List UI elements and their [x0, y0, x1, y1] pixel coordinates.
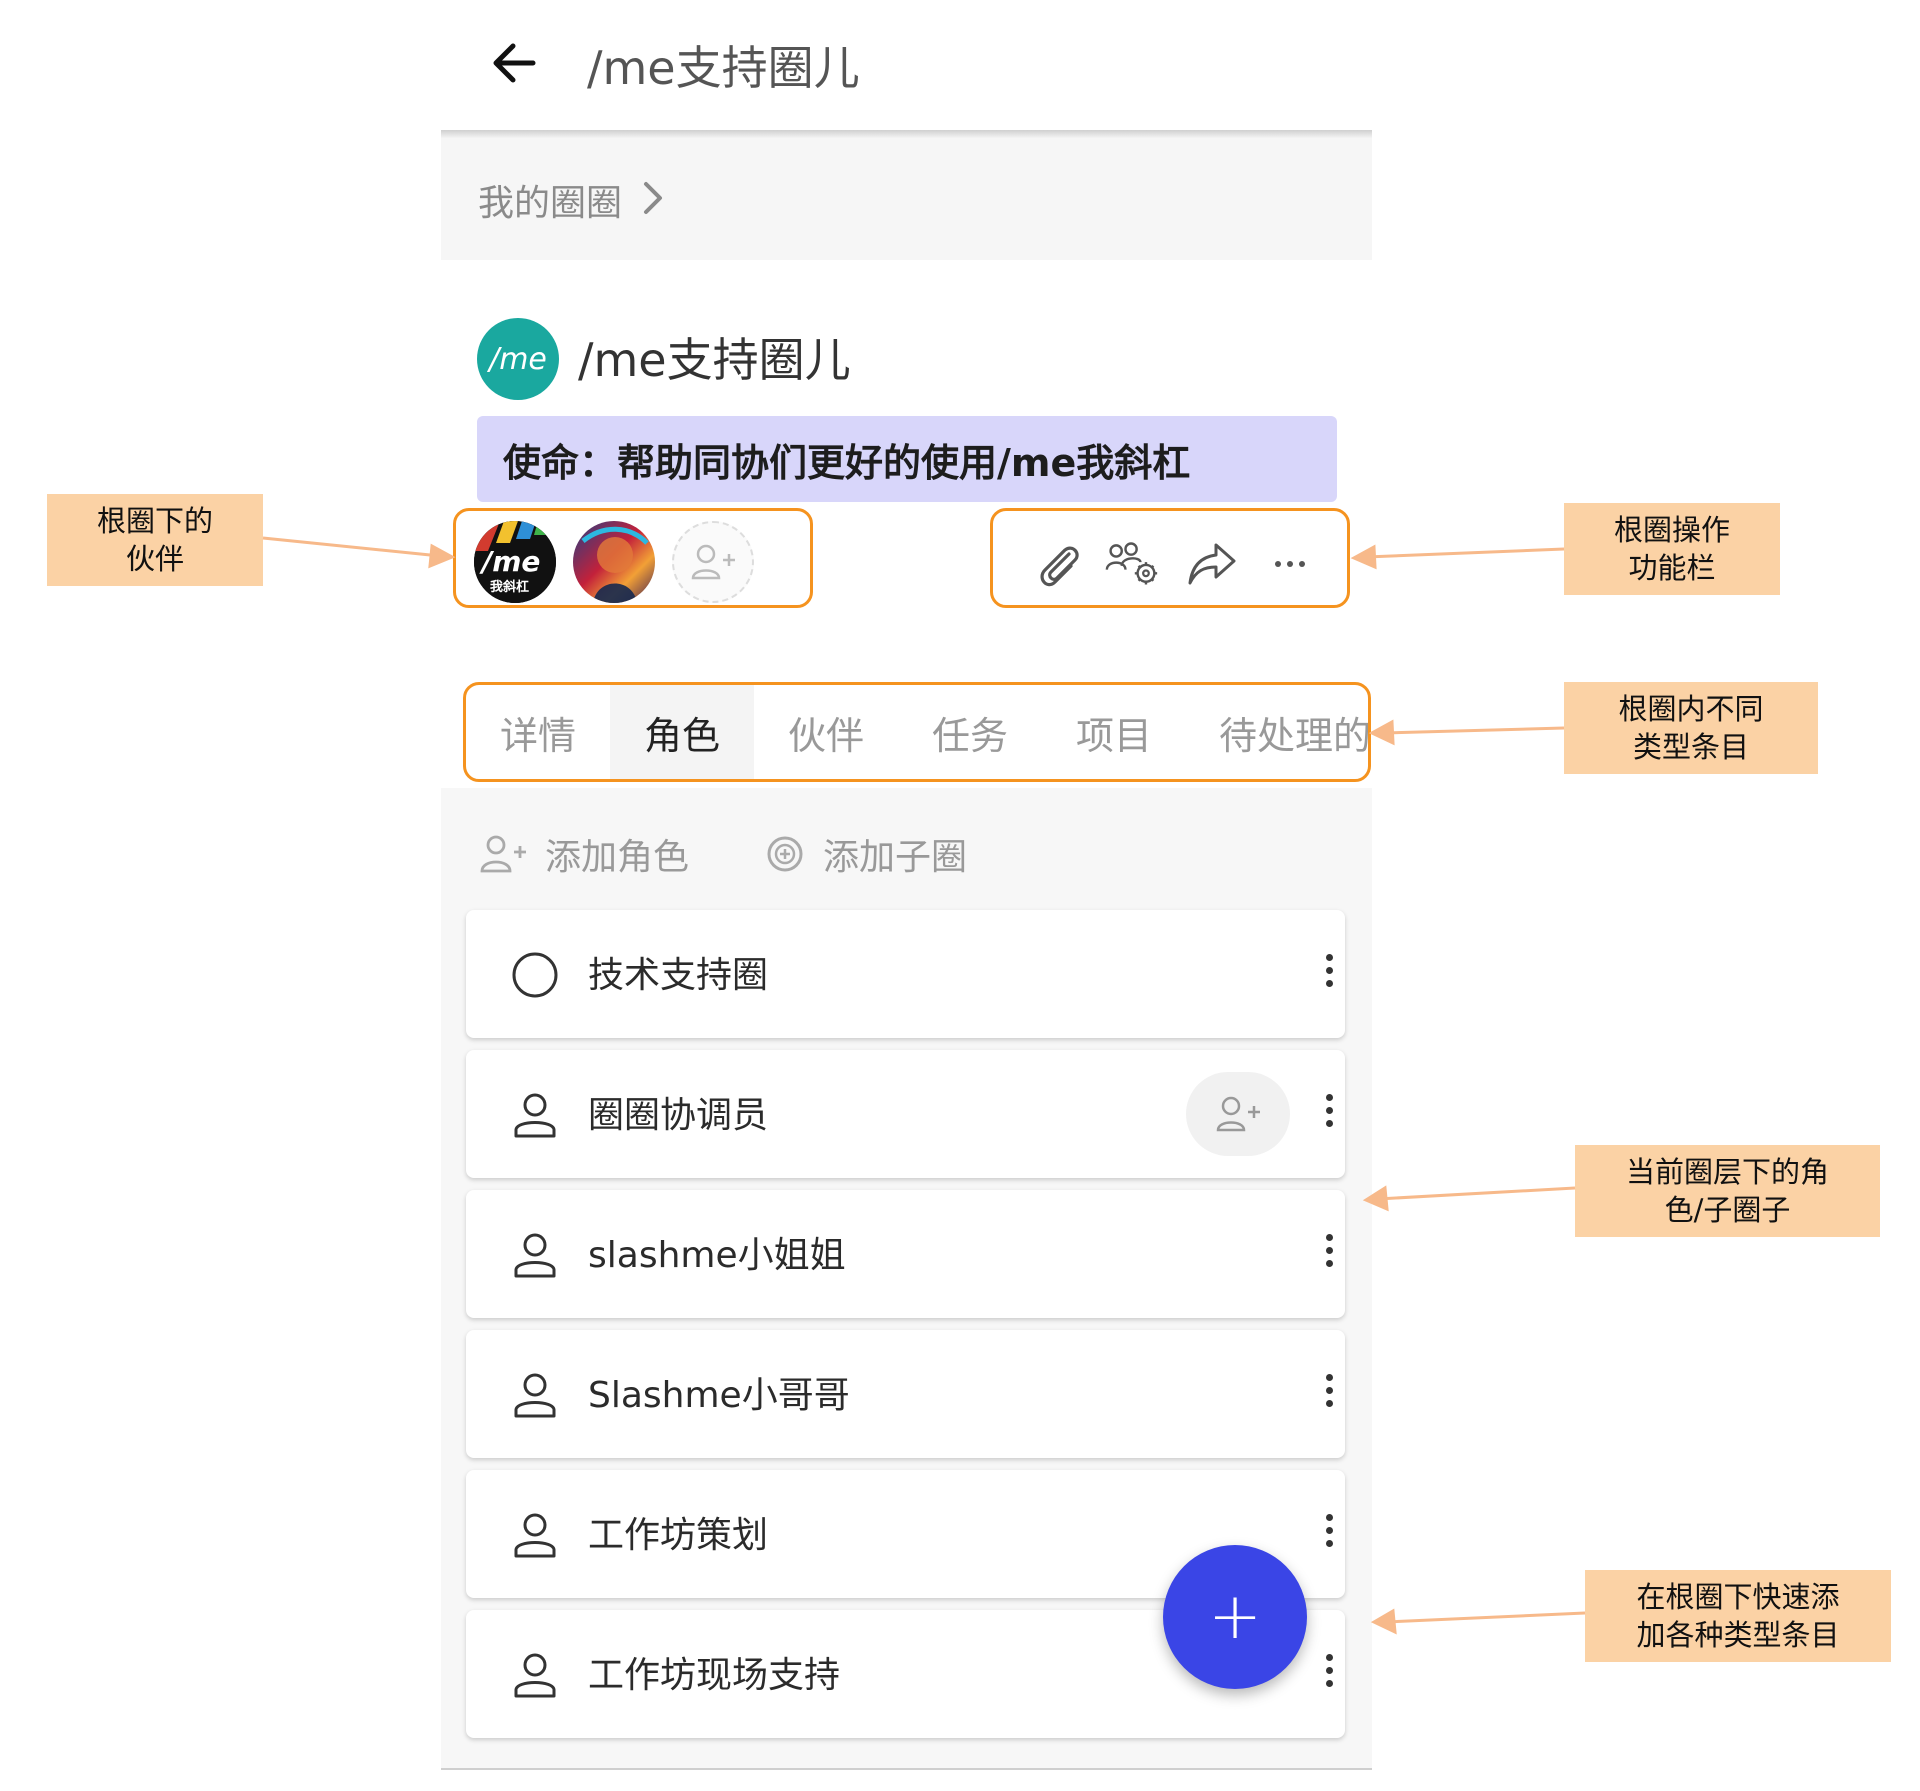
top-app-bar: /me支持圈儿 [441, 0, 1372, 133]
tab-partners[interactable]: 伙伴 [754, 685, 898, 779]
more-icon[interactable] [1263, 537, 1317, 591]
add-role-button[interactable]: 添加角色 [479, 828, 689, 880]
tab-tasks[interactable]: 任务 [898, 685, 1042, 779]
item-label: 工作坊策划 [588, 1515, 769, 1556]
annotation-line: 根圈操作 [1613, 513, 1730, 547]
person-icon [514, 1653, 556, 1698]
annotation-line: 根圈下的 [96, 504, 213, 538]
breadcrumb[interactable]: 我的圈圈 [441, 138, 1372, 260]
list-item[interactable]: slashme小姐姐 [466, 1190, 1345, 1318]
person-icon [514, 1233, 556, 1278]
add-person-icon [480, 835, 526, 873]
page-title: /me支持圈儿 [587, 41, 860, 95]
annotation-line: 根圈内不同 [1618, 692, 1764, 726]
item-label: 工作坊现场支持 [588, 1655, 841, 1696]
annotation-fab: 在根圈下快速添 加各种类型条目 [1585, 1570, 1891, 1662]
item-label: 圈圈协调员 [588, 1095, 769, 1136]
annotation-line: 伙伴 [125, 542, 184, 576]
item-label: Slashme小哥哥 [588, 1375, 850, 1416]
tab-projects[interactable]: 项目 [1042, 685, 1186, 779]
more-vert-icon[interactable] [1324, 1094, 1334, 1134]
circle-action-bar [990, 508, 1350, 608]
person-icon [514, 1093, 556, 1138]
annotation-line: 类型条目 [1632, 730, 1749, 764]
more-vert-icon[interactable] [1324, 1654, 1334, 1694]
group-settings-icon[interactable] [1105, 537, 1159, 591]
list-item[interactable]: 技术支持圈 [466, 910, 1345, 1038]
annotation-actions: 根圈操作 功能栏 [1564, 503, 1780, 595]
annotation-line: 加各种类型条目 [1636, 1618, 1840, 1652]
partner-logo-text: /me [479, 545, 540, 578]
topbar-shadow [441, 130, 1372, 138]
person-icon [514, 1513, 556, 1558]
portrait-art-icon [581, 526, 649, 603]
circle-icon [512, 952, 558, 998]
add-fab-button[interactable]: + [1163, 1545, 1307, 1689]
mission-banner: 使命：帮助同协们更好的使用/me我斜杠 [477, 416, 1337, 502]
more-vert-icon[interactable] [1324, 1374, 1334, 1414]
person-icon [514, 1373, 556, 1418]
add-member-button[interactable] [1186, 1072, 1290, 1156]
partner-avatars: /me 我斜杠 [453, 508, 813, 608]
item-label: slashme小姐姐 [588, 1235, 846, 1276]
add-circle-icon [767, 836, 803, 872]
partner-avatar[interactable]: /me 我斜杠 [474, 521, 556, 603]
annotation-partners: 根圈下的 伙伴 [47, 494, 263, 586]
annotation-line: 色/子圈子 [1664, 1193, 1791, 1227]
back-arrow-icon[interactable] [487, 35, 543, 91]
tab-pending[interactable]: 待处理的 [1200, 685, 1368, 779]
annotation-tabs: 根圈内不同 类型条目 [1564, 682, 1818, 774]
tab-bar: 详情 角色 伙伴 任务 项目 待处理的 [463, 682, 1371, 782]
circle-name: /me支持圈儿 [578, 333, 851, 387]
more-vert-icon[interactable] [1324, 1514, 1334, 1554]
add-subcircle-button[interactable]: 添加子圈 [765, 828, 967, 880]
app-screen: /me支持圈儿 我的圈圈 /me /me支持圈儿 使命：帮助同协们更好的使用/m… [441, 0, 1372, 1770]
more-vert-icon[interactable] [1324, 1234, 1334, 1274]
add-person-icon [691, 544, 735, 580]
list-item[interactable]: Slashme小哥哥 [466, 1330, 1345, 1458]
annotation-line: 在根圈下快速添 [1636, 1580, 1840, 1614]
annotation-line: 功能栏 [1628, 551, 1716, 585]
chevron-right-icon [644, 182, 662, 214]
breadcrumb-label[interactable]: 我的圈圈 [478, 174, 622, 226]
list-item[interactable]: 圈圈协调员 [466, 1050, 1345, 1178]
tab-roles[interactable]: 角色 [610, 685, 754, 779]
add-partner-button[interactable] [672, 521, 754, 603]
annotation-line: 当前圈层下的角 [1625, 1155, 1829, 1189]
list-bottom-divider [441, 1768, 1372, 1770]
paperclip-icon[interactable] [1031, 537, 1085, 591]
add-role-label: 添加角色 [545, 837, 690, 878]
partner-avatar[interactable] [573, 521, 655, 603]
slashme-logo-icon: /me 我斜杠 [474, 521, 556, 603]
share-icon[interactable] [1185, 537, 1239, 591]
add-person-icon [1216, 1096, 1260, 1132]
annotation-items: 当前圈层下的角 色/子圈子 [1575, 1145, 1880, 1237]
item-label: 技术支持圈 [588, 955, 769, 996]
circle-avatar: /me [477, 318, 559, 400]
tab-details[interactable]: 详情 [466, 685, 610, 779]
more-vert-icon[interactable] [1324, 954, 1334, 994]
partner-logo-subtext: 我斜杠 [490, 579, 529, 595]
add-subcircle-label: 添加子圈 [823, 837, 968, 878]
